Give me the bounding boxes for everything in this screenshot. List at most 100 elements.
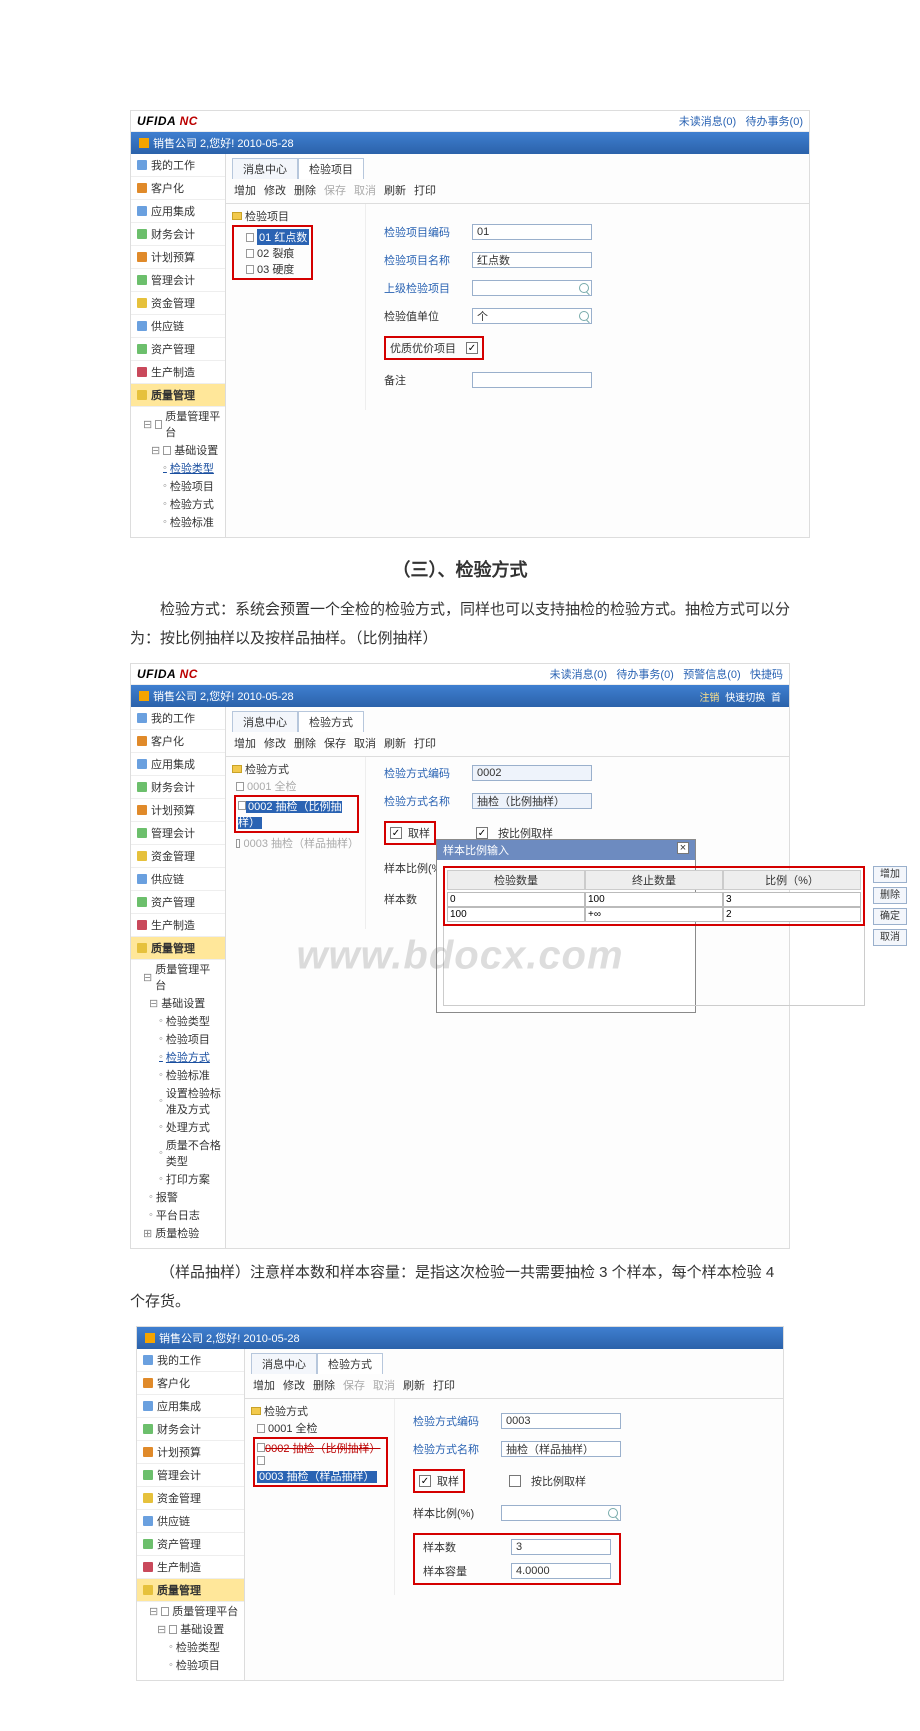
nav-mgmt-acct[interactable]: 管理会计	[131, 269, 225, 292]
tree-root[interactable]: 质量管理平台	[165, 408, 221, 440]
cell-input[interactable]	[723, 907, 861, 922]
list-item[interactable]: 0002 抽检（比例抽样）	[238, 798, 355, 830]
shortcut-link[interactable]: 快捷码	[750, 669, 783, 681]
unread-link[interactable]: 未读消息(0)	[550, 669, 607, 681]
list-item[interactable]: 02 裂痕	[246, 245, 309, 261]
nav-quality[interactable]: 质量管理	[131, 937, 225, 960]
tree-item-method[interactable]: 检验方式	[166, 1049, 210, 1065]
btn-save[interactable]: 保存	[324, 735, 346, 751]
btn-del[interactable]: 删除	[313, 1377, 335, 1393]
btn-print[interactable]: 打印	[433, 1377, 455, 1393]
cell-input[interactable]	[447, 907, 585, 922]
tree-item[interactable]: 检验项目	[166, 1031, 210, 1047]
close-icon[interactable]: ×	[677, 842, 689, 854]
tree-item[interactable]: 处理方式	[166, 1119, 210, 1135]
tree-item-type[interactable]: 检验类型	[170, 460, 214, 476]
nav-customer[interactable]: 客户化	[131, 730, 225, 753]
home-link[interactable]: 首	[771, 693, 781, 704]
nav-fund[interactable]: 资金管理	[131, 292, 225, 315]
tab-inspect-item[interactable]: 检验项目	[298, 158, 364, 179]
nav-integration[interactable]: 应用集成	[131, 200, 225, 223]
input-name[interactable]: 抽检（样品抽样）	[501, 1441, 621, 1457]
tab-msg-center[interactable]: 消息中心	[232, 158, 298, 179]
logout-link[interactable]: 注销	[699, 693, 719, 704]
popup-ok-button[interactable]: 确定	[873, 908, 907, 925]
nav-mgmt-acct[interactable]: 管理会计	[137, 1464, 244, 1487]
tree-item[interactable]: 设置检验标准及方式	[166, 1085, 221, 1117]
nav-customer[interactable]: 客户化	[131, 177, 225, 200]
input-name[interactable]: 红点数	[472, 252, 592, 268]
nav-asset[interactable]: 资产管理	[137, 1533, 244, 1556]
list-item[interactable]: 0002 抽检（比例抽样）	[257, 1440, 384, 1456]
list-item[interactable]: 0003 抽检（样品抽样）	[236, 835, 359, 851]
btn-refresh[interactable]: 刷新	[384, 182, 406, 198]
tree-item-standard[interactable]: 检验标准	[170, 514, 214, 530]
input-cap[interactable]: 4.0000	[511, 1563, 611, 1579]
nav-asset[interactable]: 资产管理	[131, 891, 225, 914]
list-item[interactable]: 0003 抽检（样品抽样）	[257, 1456, 384, 1484]
btn-add[interactable]: 增加	[253, 1377, 275, 1393]
input-parent[interactable]	[472, 280, 592, 296]
input-ratio[interactable]	[501, 1505, 621, 1521]
input-remark[interactable]	[472, 372, 592, 388]
cell-input[interactable]	[585, 907, 723, 922]
tree-item[interactable]: 打印方案	[166, 1171, 210, 1187]
nav-fund[interactable]: 资金管理	[131, 845, 225, 868]
nav-budget[interactable]: 计划预算	[131, 799, 225, 822]
nav-asset[interactable]: 资产管理	[131, 338, 225, 361]
nav-finance[interactable]: 财务会计	[131, 223, 225, 246]
quick-switch[interactable]: 快速切换	[725, 693, 765, 704]
nav-supply[interactable]: 供应链	[131, 868, 225, 891]
list-item[interactable]: 0001 全检	[257, 1420, 388, 1436]
btn-del[interactable]: 删除	[294, 182, 316, 198]
btn-edit[interactable]: 修改	[264, 182, 286, 198]
nav-production[interactable]: 生产制造	[131, 914, 225, 937]
popup-del-button[interactable]: 删除	[873, 887, 907, 904]
input-code[interactable]: 0003	[501, 1413, 621, 1429]
nav-customer[interactable]: 客户化	[137, 1372, 244, 1395]
cell-input[interactable]	[723, 892, 861, 907]
tab-inspect-method[interactable]: 检验方式	[298, 711, 364, 732]
checkbox-byratio[interactable]	[509, 1475, 521, 1487]
tree-item[interactable]: 检验类型	[176, 1639, 220, 1655]
tree-base[interactable]: 基础设置	[180, 1621, 224, 1637]
nav-integration[interactable]: 应用集成	[131, 753, 225, 776]
tree-item[interactable]: 平台日志	[156, 1207, 200, 1223]
nav-production[interactable]: 生产制造	[137, 1556, 244, 1579]
nav-supply[interactable]: 供应链	[131, 315, 225, 338]
tree-item-method[interactable]: 检验方式	[170, 496, 214, 512]
btn-print[interactable]: 打印	[414, 182, 436, 198]
tree-item[interactable]: 检验标准	[166, 1067, 210, 1083]
btn-edit[interactable]: 修改	[283, 1377, 305, 1393]
nav-fund[interactable]: 资金管理	[137, 1487, 244, 1510]
input-count[interactable]: 3	[511, 1539, 611, 1555]
nav-budget[interactable]: 计划预算	[137, 1441, 244, 1464]
nav-quality[interactable]: 质量管理	[137, 1579, 244, 1602]
unread-link[interactable]: 未读消息(0)	[679, 116, 736, 128]
checkbox-premium[interactable]	[466, 342, 478, 354]
tab-msg-center[interactable]: 消息中心	[232, 711, 298, 732]
nav-quality[interactable]: 质量管理	[131, 384, 225, 407]
alarm-link[interactable]: 预警信息(0)	[683, 669, 740, 681]
nav-supply[interactable]: 供应链	[137, 1510, 244, 1533]
nav-finance[interactable]: 财务会计	[137, 1418, 244, 1441]
todo-link[interactable]: 待办事务(0)	[616, 669, 673, 681]
nav-my-work[interactable]: 我的工作	[131, 707, 225, 730]
btn-cancel[interactable]: 取消	[354, 735, 376, 751]
cell-input[interactable]	[447, 892, 585, 907]
tree-base[interactable]: 基础设置	[174, 442, 218, 458]
nav-production[interactable]: 生产制造	[131, 361, 225, 384]
popup-cancel-button[interactable]: 取消	[873, 929, 907, 946]
nav-integration[interactable]: 应用集成	[137, 1395, 244, 1418]
btn-add[interactable]: 增加	[234, 182, 256, 198]
list-item[interactable]: 01 红点数	[246, 229, 309, 245]
tree-item[interactable]: 检验类型	[166, 1013, 210, 1029]
todo-link[interactable]: 待办事务(0)	[746, 116, 803, 128]
input-unit[interactable]: 个	[472, 308, 592, 324]
input-name[interactable]: 抽检（比例抽样）	[472, 793, 592, 809]
checkbox-sample[interactable]	[419, 1475, 431, 1487]
list-item[interactable]: 03 硬度	[246, 261, 309, 277]
nav-my-work[interactable]: 我的工作	[137, 1349, 244, 1372]
nav-finance[interactable]: 财务会计	[131, 776, 225, 799]
input-code[interactable]: 01	[472, 224, 592, 240]
